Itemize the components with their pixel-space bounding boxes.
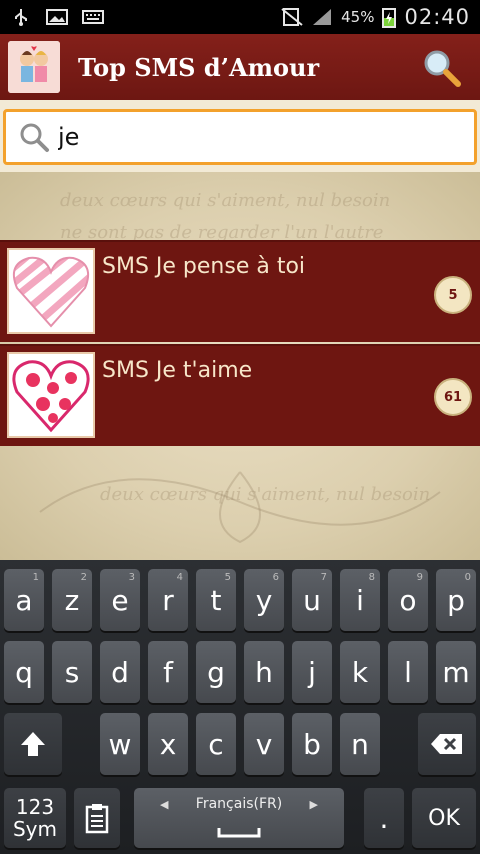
key-r[interactable]: r4: [148, 569, 188, 631]
key-q[interactable]: q: [4, 641, 44, 703]
left-arrow-icon: ◀: [160, 798, 169, 811]
search-button[interactable]: [420, 46, 464, 90]
app-logo: [8, 41, 60, 93]
battery-percent: 45%: [341, 8, 375, 26]
count-badge: 61: [434, 378, 472, 416]
key-b[interactable]: b: [292, 713, 332, 775]
action-bar: Top SMS d’Amour: [0, 34, 480, 100]
key-k[interactable]: k: [340, 641, 380, 703]
key-m[interactable]: m: [436, 641, 476, 703]
key-z[interactable]: z2: [52, 569, 92, 631]
count-badge: 5: [434, 276, 472, 314]
key-g[interactable]: g: [196, 641, 236, 703]
list-item[interactable]: SMS Je pense à toi 5: [0, 240, 480, 342]
key-u[interactable]: u7: [292, 569, 332, 631]
key-p[interactable]: p0: [436, 569, 476, 631]
list-item[interactable]: SMS Je t'aime 61: [0, 344, 480, 446]
key-a[interactable]: a1: [4, 569, 44, 631]
signal-icon: [313, 9, 332, 25]
usb-icon: [15, 9, 27, 26]
key-j[interactable]: j: [292, 641, 332, 703]
soft-keyboard: a1 z2 e3 r4 t5 y6 u7 i8 o9 p0 q s d f g …: [0, 560, 480, 854]
space-bar[interactable]: ◀ Français(FR) ▶: [134, 788, 344, 848]
key-y[interactable]: y6: [244, 569, 284, 631]
background-script: deux cœurs qui s'aiment, nul besoin: [60, 190, 391, 211]
status-bar: 45% 02:40: [0, 0, 480, 34]
key-x[interactable]: x: [148, 713, 188, 775]
ok-button[interactable]: OK: [412, 788, 476, 848]
space-icon: [217, 828, 261, 838]
search-row: [0, 100, 480, 172]
heart-striped-icon: [7, 248, 95, 334]
backspace-key[interactable]: [418, 713, 476, 775]
ornament-flourish: [39, 471, 441, 544]
key-v[interactable]: v: [244, 713, 284, 775]
list-item-title: SMS Je pense à toi: [102, 254, 306, 279]
key-n[interactable]: n: [340, 713, 380, 775]
keyboard-language: Français(FR): [195, 796, 283, 812]
key-h[interactable]: h: [244, 641, 284, 703]
key-f[interactable]: f: [148, 641, 188, 703]
key-o[interactable]: o9: [388, 569, 428, 631]
search-input[interactable]: [58, 123, 438, 151]
clipboard-icon: [85, 804, 109, 834]
symbols-key[interactable]: 123 Sym: [4, 788, 66, 848]
search-icon: [424, 50, 461, 87]
key-i[interactable]: i8: [340, 569, 380, 631]
image-icon: [46, 9, 68, 25]
right-arrow-icon: ▶: [309, 798, 318, 811]
battery-charging-icon: [382, 8, 397, 28]
heart-polka-dot-icon: [7, 352, 95, 438]
period-key[interactable]: .: [364, 788, 404, 848]
clock: 02:40: [404, 5, 470, 29]
key-l[interactable]: l: [388, 641, 428, 703]
key-w[interactable]: w: [100, 713, 140, 775]
key-s[interactable]: s: [52, 641, 92, 703]
app-title: Top SMS d’Amour: [78, 52, 320, 82]
no-sim-icon: [281, 8, 303, 26]
shift-key[interactable]: [4, 713, 62, 775]
key-c[interactable]: c: [196, 713, 236, 775]
search-field[interactable]: [3, 109, 477, 165]
key-e[interactable]: e3: [100, 569, 140, 631]
key-d[interactable]: d: [100, 641, 140, 703]
clipboard-key[interactable]: [74, 788, 120, 848]
list-item-title: SMS Je t'aime: [102, 358, 253, 383]
shift-arrow-icon: [21, 732, 45, 756]
backspace-icon: [431, 734, 462, 754]
magnifier-icon: [20, 123, 49, 152]
keyboard-icon: [82, 10, 104, 24]
key-t[interactable]: t5: [196, 569, 236, 631]
